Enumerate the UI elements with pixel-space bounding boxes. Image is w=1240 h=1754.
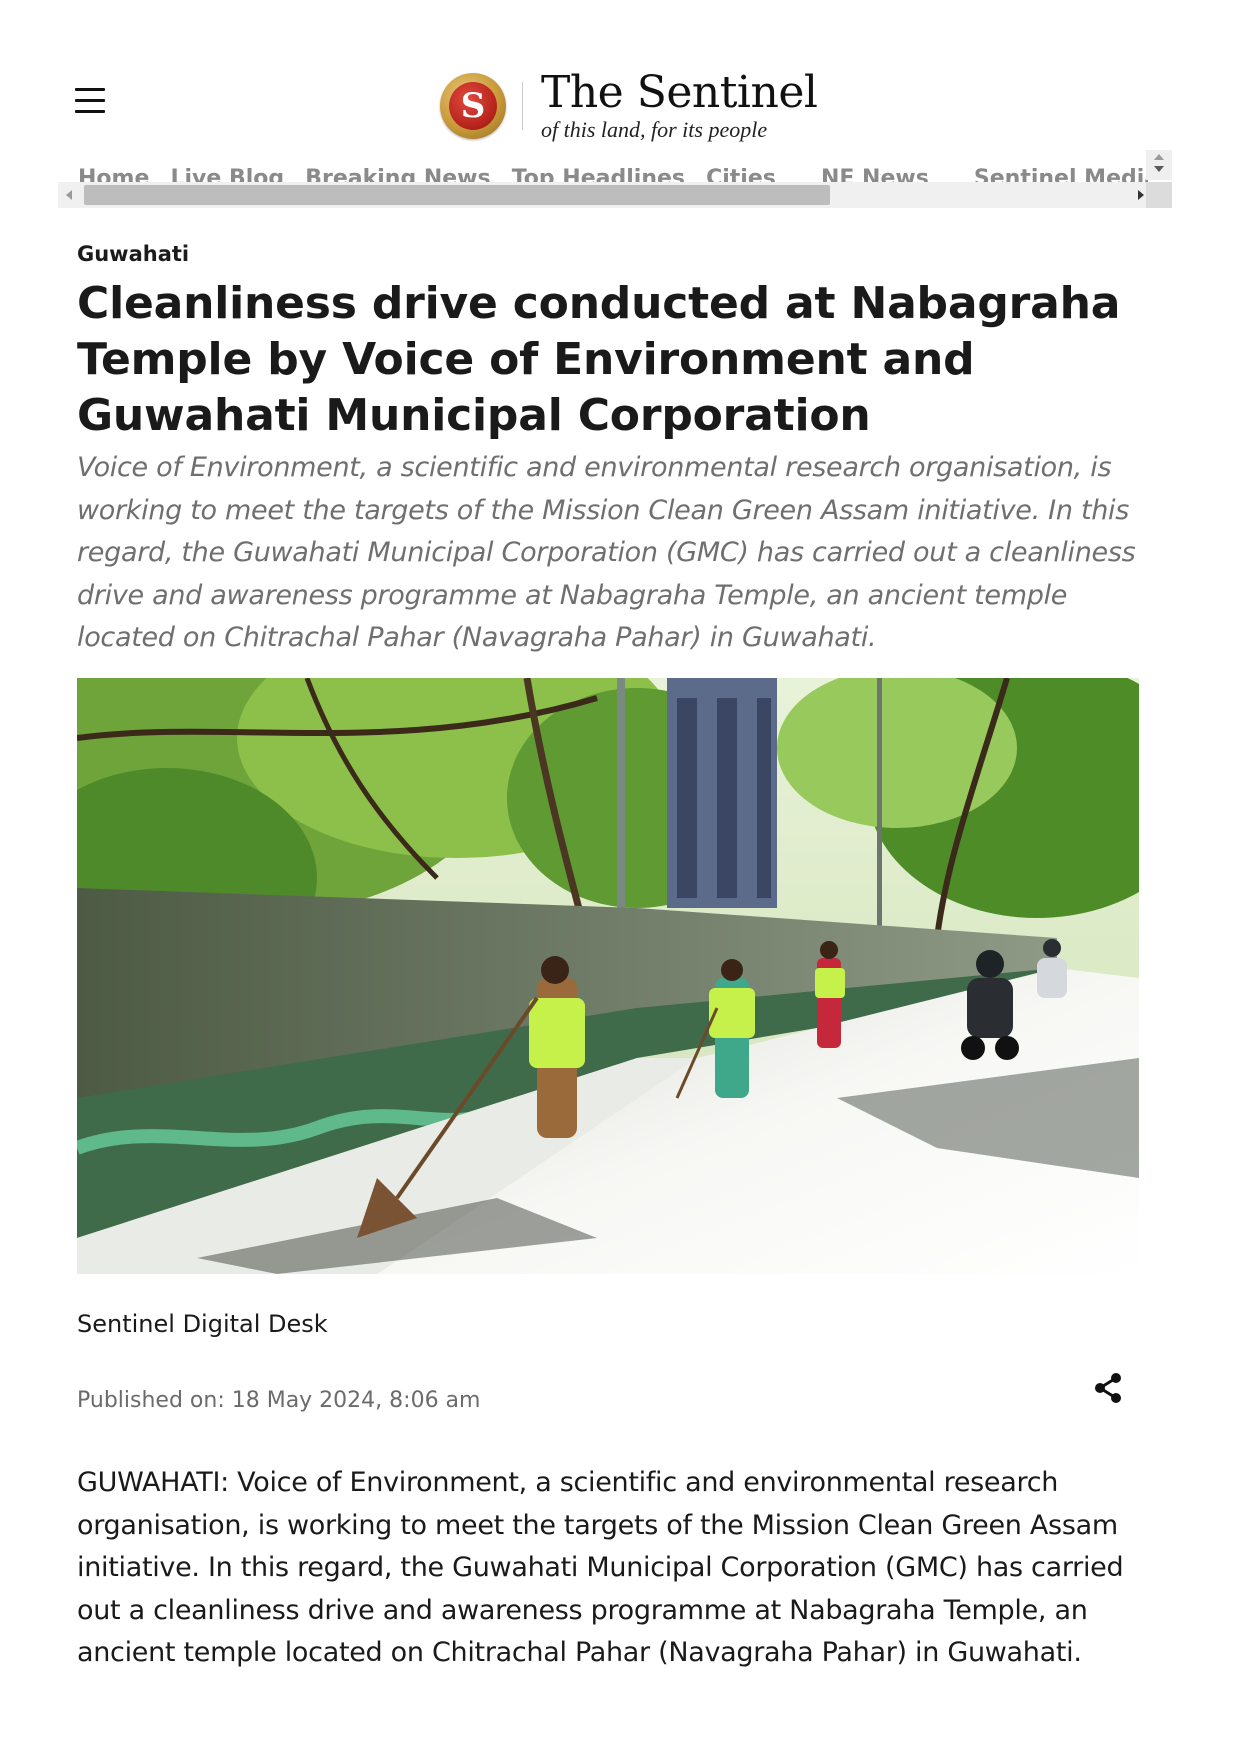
share-icon (1095, 1373, 1121, 1403)
article-hero-image (77, 678, 1139, 1274)
scrollbar-corner (1146, 182, 1172, 208)
site-tagline: of this land, for its people (541, 117, 768, 142)
scroll-right-icon[interactable] (1138, 190, 1144, 200)
article-author[interactable]: Sentinel Digital Desk (77, 1310, 328, 1338)
article-headline: Cleanliness drive conducted at Nabagraha… (77, 278, 1121, 441)
published-date: Published on: 18 May 2024, 8:06 am (77, 1388, 481, 1413)
section-label[interactable]: Guwahati (77, 242, 189, 266)
nav-horizontal-scrollbar[interactable] (58, 182, 1172, 208)
menu-button[interactable] (72, 88, 108, 118)
scrollbar-thumb[interactable] (84, 185, 830, 205)
article-standfirst: Voice of Environment, a scientific and e… (77, 452, 1136, 653)
logo-divider (522, 82, 523, 130)
hamburger-menu-icon (75, 88, 105, 91)
scroll-down-icon[interactable] (1154, 166, 1164, 172)
sentinel-emblem-icon: S (440, 73, 506, 139)
article-body: GUWAHATI: Voice of Environment, a scient… (77, 1467, 1124, 1668)
scroll-left-icon[interactable] (66, 190, 72, 200)
site-logo[interactable]: S The Sentinel of this land, for its peo… (440, 67, 818, 144)
site-name: The Sentinel (541, 67, 818, 118)
main-nav: Home Live Blog Breaking News Top Headlin… (58, 150, 1172, 210)
nav-vertical-scrollbar[interactable] (1146, 150, 1172, 180)
scroll-up-icon[interactable] (1154, 154, 1164, 160)
share-button[interactable] (1092, 1372, 1124, 1404)
